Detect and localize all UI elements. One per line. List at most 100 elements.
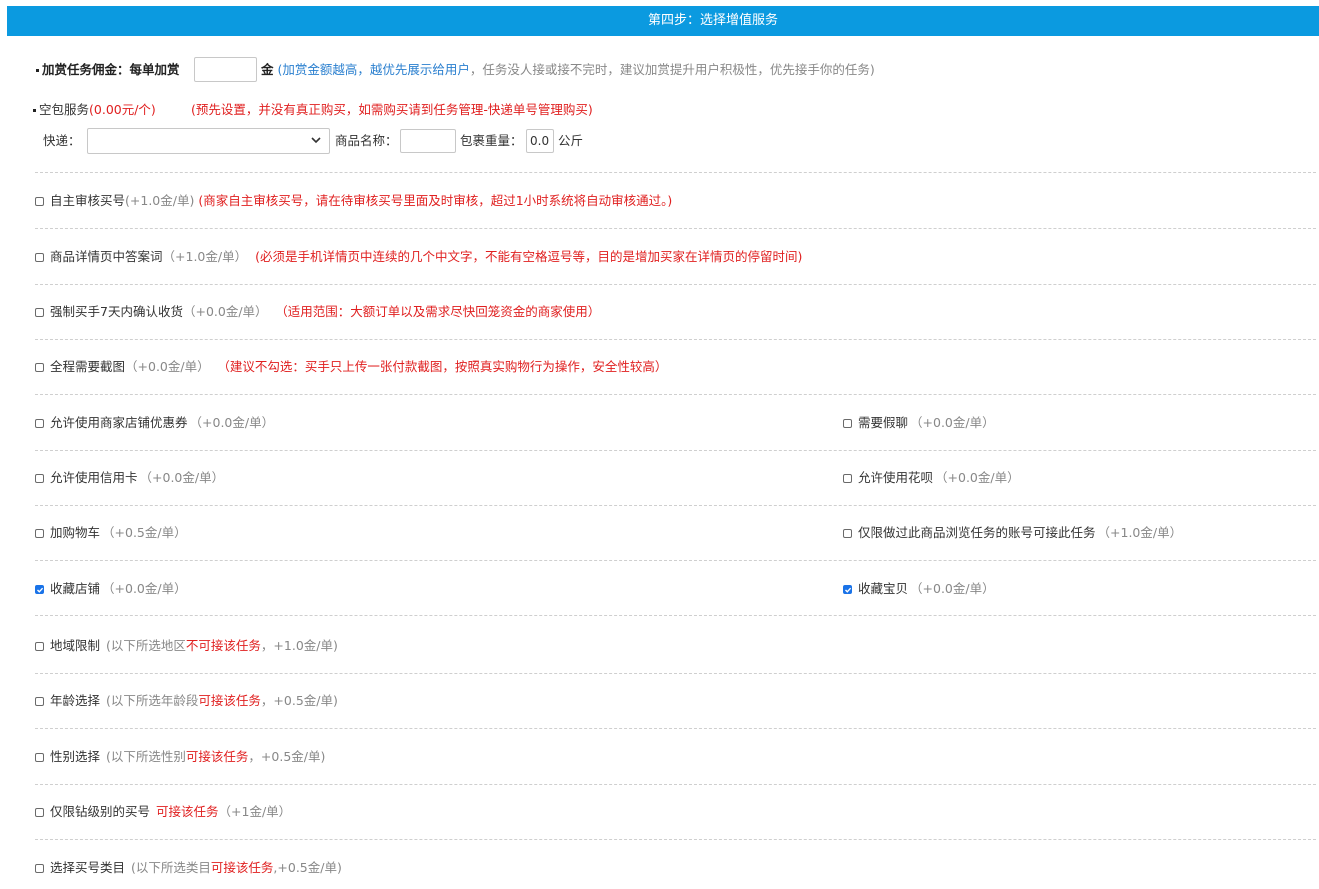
reward-label: 加赏任务佣金：	[42, 62, 130, 77]
option-price: （+0.0金/单）	[935, 470, 1020, 485]
reward-amount-input[interactable]	[194, 57, 257, 82]
restriction-label: 仅限钻级别的买号	[50, 804, 151, 819]
option-note: （适用范围：大额订单以及需求尽快回笼资金的商家使用）	[281, 304, 601, 319]
option-note: (商家自主审核买号，请在待审核买号里面及时审核，超过1小时系统将自动审核通过。)	[198, 193, 673, 208]
reward-note: 金 (加赏金额越高，越优先展示给用户，任务没人接或接不完时，建议加赏提升用户积极…	[261, 61, 875, 79]
option-label: 允许使用商家店铺优惠券	[50, 415, 188, 430]
checkbox[interactable]	[35, 529, 44, 538]
restriction-condition: 可接该任务	[210, 860, 274, 875]
option-row: 收藏宝贝 （+0.0金/单）	[858, 580, 995, 598]
option-label: 允许使用信用卡	[50, 470, 138, 485]
option-label: 强制买手7天内确认收货	[50, 304, 183, 319]
option-row: 商品详情页中答案词（+1.0金/单） (必须是手机详情页中连续的几个中文字，不能有…	[50, 248, 802, 266]
divider	[35, 839, 1316, 840]
option-note: （建议不勾选：买手只上传一张付款截图，按照真实购物行为操作，安全性较高）	[223, 359, 668, 374]
restriction-prefix: (以下所选地区	[106, 638, 186, 653]
option-label: 自主审核买号	[50, 193, 126, 208]
divider	[35, 728, 1316, 729]
restriction-row: 仅限钻级别的买号 可接该任务（+1金/单）	[50, 803, 291, 821]
restriction-prefix: (以下所选年龄段	[106, 693, 199, 708]
option-row: 强制买手7天内确认收货（+0.0金/单） （适用范围：大额订单以及需求尽快回笼资金…	[50, 303, 600, 321]
divider	[35, 784, 1316, 785]
option-label: 收藏店铺	[50, 581, 101, 596]
option-price: （+0.0金/单）	[910, 415, 995, 430]
checkbox[interactable]	[35, 419, 44, 428]
express-label: 快递：	[43, 133, 81, 148]
option-row: 收藏店铺 （+0.0金/单）	[50, 580, 187, 598]
option-label: 加购物车	[50, 525, 101, 540]
reward-note-blue: (加赏金额越高，越优先展示给用户	[277, 62, 470, 77]
checkbox[interactable]	[35, 642, 44, 651]
checkmark-icon	[845, 587, 852, 593]
weight-label: 包裹重量：	[460, 133, 523, 148]
divider	[35, 615, 1316, 616]
express-select[interactable]	[87, 128, 330, 154]
bullet-icon	[36, 69, 39, 72]
option-price: （+1.0金/单）	[1097, 525, 1183, 540]
restriction-price: （+1金/单）	[218, 804, 292, 819]
checkbox[interactable]	[843, 529, 852, 538]
option-row: 仅限做过此商品浏览任务的账号可接此任务 （+1.0金/单）	[858, 524, 1182, 542]
restriction-price: ，+0.5金/单)	[248, 749, 326, 764]
option-label: 仅限做过此商品浏览任务的账号可接此任务	[858, 525, 1096, 540]
checkbox[interactable]	[35, 808, 44, 817]
empty-package-price: (0.00元/个)	[89, 102, 156, 117]
option-price: (+1.0金/单)	[125, 193, 195, 208]
weight-input[interactable]	[526, 129, 554, 153]
reward-note-gray: ，任务没人接或接不完时，建议加赏提升用户积极性，优先接手你的任务)	[469, 62, 875, 77]
option-row: 允许使用信用卡 （+0.0金/单）	[50, 469, 224, 487]
product-name-input[interactable]	[400, 129, 456, 153]
option-price: （+0.0金/单）	[139, 470, 225, 485]
checkbox[interactable]	[35, 197, 44, 206]
option-price: （+0.5金/单）	[102, 525, 187, 540]
bullet-icon	[33, 109, 36, 112]
step-header: 第四步：选择增值服务	[7, 6, 1319, 36]
option-row: 允许使用商家店铺优惠券 （+0.0金/单）	[50, 414, 274, 432]
restriction-condition: 不可接该任务	[185, 638, 261, 653]
option-row: 加购物车 （+0.5金/单）	[50, 524, 187, 542]
option-row: 允许使用花呗 （+0.0金/单）	[858, 469, 1020, 487]
option-label: 全程需要截图	[50, 359, 126, 374]
divider	[35, 560, 1316, 561]
checkbox[interactable]	[35, 864, 44, 873]
checkbox[interactable]	[35, 697, 44, 706]
option-price: （+0.0金/单）	[182, 304, 268, 319]
reward-unit: 金	[261, 62, 274, 77]
restriction-price: ，+1.0金/单)	[260, 638, 338, 653]
option-price: （+0.0金/单）	[125, 359, 210, 374]
checkbox[interactable]	[843, 474, 852, 483]
option-row: 需要假聊 （+0.0金/单）	[858, 414, 995, 432]
checkbox[interactable]	[35, 308, 44, 317]
restriction-price: ，+0.5金/单)	[260, 693, 338, 708]
restriction-condition: 可接该任务	[185, 749, 249, 764]
option-row: 自主审核买号(+1.0金/单) (商家自主审核买号，请在待审核买号里面及时审核，超…	[50, 192, 672, 210]
divider	[35, 394, 1316, 395]
checkbox[interactable]	[35, 753, 44, 762]
checkbox[interactable]	[35, 253, 44, 262]
checkmark-icon	[37, 587, 44, 593]
restriction-row: 年龄选择 (以下所选年龄段可接该任务，+0.5金/单)	[50, 692, 338, 710]
checkbox[interactable]	[843, 585, 852, 594]
restriction-row: 选择买号类目 (以下所选类目可接该任务,+0.5金/单)	[50, 859, 342, 877]
checkbox[interactable]	[843, 419, 852, 428]
product-name-label: 商品名称：	[335, 133, 398, 148]
divider	[35, 505, 1316, 506]
checkbox[interactable]	[35, 585, 44, 594]
restriction-price: ,+0.5金/单)	[273, 860, 342, 875]
restriction-label: 地域限制	[50, 638, 101, 653]
restriction-row: 地域限制 (以下所选地区不可接该任务，+1.0金/单)	[50, 637, 338, 655]
divider	[35, 284, 1316, 285]
reward-row: 加赏任务佣金：每单加赏	[36, 61, 180, 79]
restriction-prefix: (以下所选性别	[106, 749, 186, 764]
option-row: 全程需要截图（+0.0金/单） （建议不勾选：买手只上传一张付款截图，按照真实购物…	[50, 358, 667, 376]
option-label: 允许使用花呗	[858, 470, 934, 485]
empty-package-label: 空包服务	[39, 102, 90, 117]
option-label: 收藏宝贝	[858, 581, 909, 596]
option-note: (必须是手机详情页中连续的几个中文字，不能有空格逗号等，目的是增加买家在详情页的…	[255, 249, 803, 264]
option-price: （+0.0金/单）	[189, 415, 275, 430]
checkbox[interactable]	[35, 474, 44, 483]
restriction-label: 选择买号类目	[50, 860, 126, 875]
checkbox[interactable]	[35, 363, 44, 372]
divider	[35, 228, 1316, 229]
option-label: 需要假聊	[858, 415, 909, 430]
